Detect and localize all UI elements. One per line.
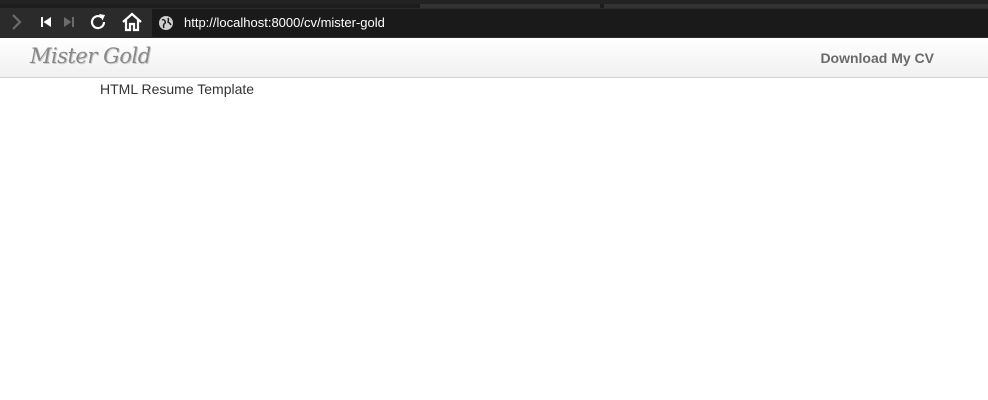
forward-button[interactable]	[4, 10, 28, 34]
background-tab[interactable]	[604, 4, 988, 8]
home-icon	[122, 12, 142, 32]
reload-icon	[90, 14, 106, 30]
fast-forward-button[interactable]	[57, 10, 81, 34]
chevron-right-icon	[12, 14, 22, 30]
globe-icon[interactable]	[158, 15, 174, 31]
page-subtitle: HTML Resume Template	[100, 81, 255, 97]
reload-button[interactable]	[86, 10, 110, 34]
background-tab[interactable]	[420, 4, 600, 8]
site-header: Mister Gold Download My CV	[0, 38, 988, 78]
tab-strip	[0, 4, 988, 8]
address-bar[interactable]: http://localhost:8000/cv/mister-gold	[152, 9, 988, 37]
download-cv-link[interactable]: Download My CV	[820, 50, 934, 66]
url-text[interactable]: http://localhost:8000/cv/mister-gold	[184, 15, 385, 30]
skip-forward-icon	[64, 17, 74, 27]
skip-back-icon	[41, 17, 51, 27]
site-logo[interactable]: Mister Gold	[30, 44, 151, 68]
browser-toolbar: http://localhost:8000/cv/mister-gold	[0, 0, 988, 38]
home-button[interactable]	[120, 10, 144, 34]
rewind-button[interactable]	[34, 10, 58, 34]
